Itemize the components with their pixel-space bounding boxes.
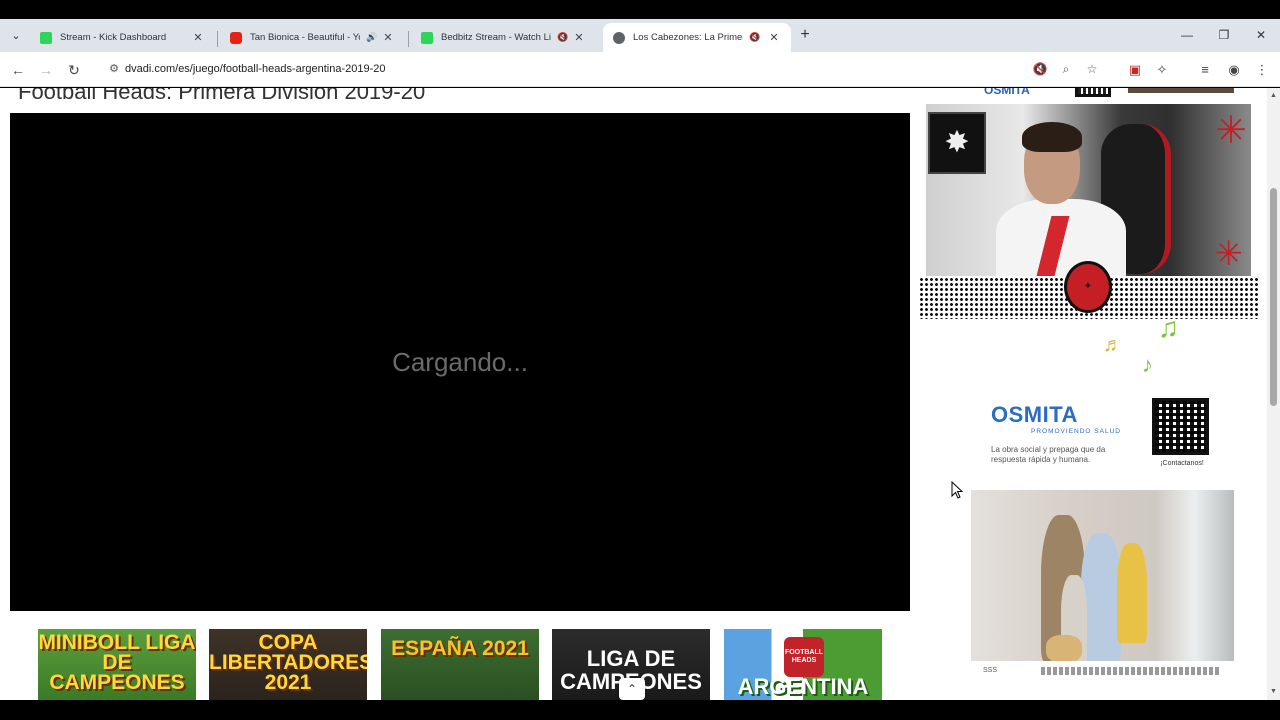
close-tab-icon[interactable]: ✕ [767, 31, 781, 44]
tab-title: Los Cabezones: La Primera [633, 32, 743, 43]
family-image [1021, 505, 1161, 663]
related-game-thumbnail[interactable]: MINIBOLL LIGA DE CAMPEONES [38, 629, 196, 700]
spiderweb-icon: ✳ [1214, 235, 1244, 273]
qr-code [1152, 398, 1209, 455]
audio-playing-icon[interactable]: 🔊 [366, 32, 378, 43]
close-tab-icon[interactable]: ✕ [381, 31, 395, 44]
profile-icon[interactable]: ◉ [1225, 61, 1243, 79]
scroll-up-arrow-icon[interactable]: ▲ [1267, 90, 1280, 102]
media-controls-icon[interactable]: ≡ [1196, 61, 1214, 79]
kick-favicon-icon [40, 31, 52, 44]
related-game-thumbnail[interactable]: FOOTBALL HEADS ARGENTINA [724, 629, 882, 700]
address-bar[interactable]: ⚙ dvadi.com/es/juego/football-heads-arge… [96, 56, 1116, 83]
tab-bedbitz-stream[interactable]: Bedbitz Stream - Watch Liv 🔇 ✕ [411, 23, 596, 52]
scroll-down-arrow-icon[interactable]: ▼ [1267, 686, 1280, 698]
site-info-icon[interactable]: ⚙ [106, 61, 122, 77]
new-tab-icon[interactable]: + [797, 27, 813, 43]
ad-tagline: PROMOVIENDO SALUD [1031, 428, 1121, 435]
related-game-thumbnail[interactable]: ESPAÑA 2021 [381, 629, 539, 700]
close-window-icon[interactable]: ✕ [1251, 27, 1271, 43]
game-frame[interactable]: Cargando... [10, 113, 910, 611]
forward-icon[interactable]: → [36, 60, 56, 80]
scroll-to-top-button[interactable]: ⌃ [619, 678, 645, 700]
thumbnail-label: ARGENTINA [737, 674, 869, 699]
tab-youtube[interactable]: Tan Bionica - Beautiful - You 🔊 ✕ [220, 23, 405, 52]
tab-kick-dashboard[interactable]: Stream - Kick Dashboard ✕ [30, 23, 215, 52]
tab-title: Tan Bionica - Beautiful - You [250, 32, 360, 43]
kick-favicon-icon [421, 31, 433, 44]
tab-los-cabezones[interactable]: Los Cabezones: La Primera 🔇 ✕ [603, 23, 791, 52]
minimize-icon[interactable]: — [1177, 27, 1197, 43]
restore-icon[interactable]: ❐ [1214, 27, 1234, 43]
ad-caption: SSS [971, 661, 1234, 685]
music-note-icon: ♪ [1142, 352, 1153, 377]
tab-title: Stream - Kick Dashboard [60, 32, 167, 43]
tab-search-icon[interactable]: ⌄ [7, 27, 25, 45]
close-tab-icon[interactable]: ✕ [191, 31, 205, 44]
browser-toolbar: ← → ↻ ⚙ dvadi.com/es/juego/football-head… [0, 52, 1280, 87]
streamer-logo: ✦ [1064, 261, 1112, 313]
media-muted-icon[interactable]: 🔇 [1032, 61, 1048, 77]
reload-icon[interactable]: ↻ [64, 60, 84, 80]
page-title: Football Heads: Primera Division 2019-20 [18, 88, 426, 104]
loading-text: Cargando... [392, 347, 528, 377]
extension-icon[interactable]: ▣ [1126, 61, 1144, 79]
ad-fine-print [1041, 667, 1221, 675]
ad-family-photo[interactable]: SSS [971, 490, 1234, 685]
webcam-overlay: ✸ ✳ ✳ ✦ [919, 101, 1258, 319]
close-tab-icon[interactable]: ✕ [572, 31, 586, 44]
page-favicon-icon [613, 31, 625, 44]
ad-description: La obra social y prepaga que da respuest… [991, 445, 1106, 464]
muted-icon[interactable]: 🔇 [749, 32, 761, 43]
music-note-icon: ♬ [1103, 334, 1123, 356]
ad-brand-logo: OSMITA [991, 402, 1078, 427]
spiderweb-icon: ✳ [1215, 110, 1247, 152]
tab-strip: ⌄ Stream - Kick Dashboard ✕ Tan Bionica … [0, 19, 1280, 52]
ad-brand-logo: OSMITA [984, 88, 1030, 97]
mouse-cursor-icon [951, 481, 963, 499]
qr-label: ¡Contactanos! [1160, 460, 1204, 467]
spiderman-poster: ✸ [928, 112, 986, 174]
thumbnail-label: COPA LIBERTADORES 2021 [209, 631, 367, 694]
url-text[interactable]: dvadi.com/es/juego/football-heads-argent… [125, 63, 386, 75]
tab-separator [217, 31, 218, 47]
ad-banner[interactable]: OSMITA PROMOVIENDO SALUD La obra social … [985, 398, 1225, 478]
youtube-favicon-icon [230, 31, 242, 44]
menu-icon[interactable]: ⋮ [1253, 61, 1271, 79]
extensions-puzzle-icon[interactable]: ✧ [1153, 61, 1171, 79]
ad-logo: SSS [983, 667, 998, 674]
qr-code [1075, 88, 1111, 97]
tab-title: Bedbitz Stream - Watch Liv [441, 32, 551, 43]
page-scrollbar[interactable]: ▲ ▼ [1267, 88, 1280, 700]
related-game-thumbnail[interactable]: COPA LIBERTADORES 2021 [209, 629, 367, 700]
streamer-hair [1022, 122, 1082, 152]
ad-banner-top[interactable]: OSMITA [980, 88, 1234, 99]
tab-separator [408, 31, 409, 47]
muted-icon[interactable]: 🔇 [557, 32, 569, 43]
scrollbar-thumb[interactable] [1270, 188, 1277, 406]
thumbnail-label: MINIBOLL LIGA DE CAMPEONES [38, 631, 196, 694]
thumbnail-label: ESPAÑA 2021 [391, 637, 529, 660]
webcam-video: ✸ ✳ ✳ [926, 104, 1251, 276]
football-heads-badge: FOOTBALL HEADS [784, 637, 824, 677]
screen: ⌄ Stream - Kick Dashboard ✕ Tan Bionica … [0, 0, 1280, 720]
back-icon[interactable]: ← [8, 60, 28, 80]
ad-photo [1128, 88, 1234, 93]
bookmark-star-icon[interactable]: ☆ [1084, 61, 1100, 77]
zoom-icon[interactable]: ⌕ [1058, 61, 1074, 77]
